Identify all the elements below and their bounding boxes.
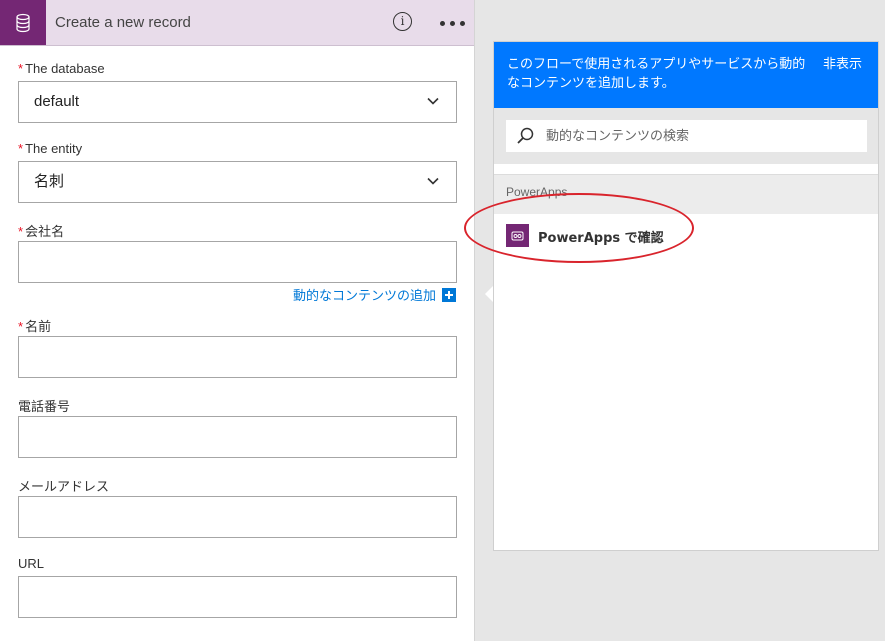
chevron-down-icon — [427, 177, 439, 185]
search-area — [494, 108, 878, 164]
more-options-icon[interactable] — [440, 21, 466, 27]
company-input[interactable] — [18, 241, 457, 283]
add-icon — [442, 287, 457, 302]
panel-description: このフローで使用されるアプリやサービスから動的なコンテンツを追加します。 — [507, 57, 806, 91]
panel-header: このフローで使用されるアプリやサービスから動的なコンテンツを追加します。 非表示 — [494, 42, 878, 108]
name-label: * 名前 — [18, 319, 52, 334]
dynamic-item-label: PowerApps で確認 — [538, 231, 664, 246]
add-dynamic-content-link[interactable]: 動的なコンテンツの追加 — [293, 285, 457, 304]
search-input[interactable] — [546, 120, 856, 152]
name-input[interactable] — [18, 336, 457, 378]
required-mark: * — [18, 224, 24, 239]
section-header-powerapps: PowerApps — [494, 174, 878, 214]
database-label: * The database — [18, 61, 105, 76]
phone-label: 電話番号 — [18, 399, 71, 414]
chevron-down-icon — [427, 97, 439, 105]
required-mark: * — [18, 141, 24, 156]
entity-value: 名刺 — [34, 173, 65, 190]
required-mark: * — [18, 61, 24, 76]
dynamic-content-panel: このフローで使用されるアプリやサービスから動的なコンテンツを追加します。 非表示… — [493, 41, 879, 551]
dynamic-item-powerapps-confirm[interactable]: PowerApps で確認 — [494, 214, 878, 258]
powerapps-icon — [506, 224, 529, 247]
search-box[interactable] — [506, 120, 867, 152]
phone-input[interactable] — [18, 416, 457, 458]
required-mark: * — [18, 319, 24, 334]
hide-button[interactable]: 非表示 — [823, 55, 862, 74]
action-card: Create a new record i * The database defa… — [0, 0, 475, 641]
card-title: Create a new record — [55, 14, 191, 31]
entity-select[interactable]: 名刺 — [18, 161, 457, 203]
database-value: default — [34, 93, 80, 110]
url-label: URL — [18, 556, 45, 571]
info-icon[interactable]: i — [393, 12, 412, 31]
company-label: * 会社名 — [18, 224, 65, 239]
database-icon — [0, 0, 46, 45]
database-select[interactable]: default — [18, 81, 457, 123]
search-icon — [517, 127, 534, 144]
email-label: メールアドレス — [18, 479, 110, 494]
card-header[interactable]: Create a new record i — [0, 0, 474, 46]
entity-label: * The entity — [18, 141, 83, 156]
url-input[interactable] — [18, 576, 457, 618]
email-input[interactable] — [18, 496, 457, 538]
